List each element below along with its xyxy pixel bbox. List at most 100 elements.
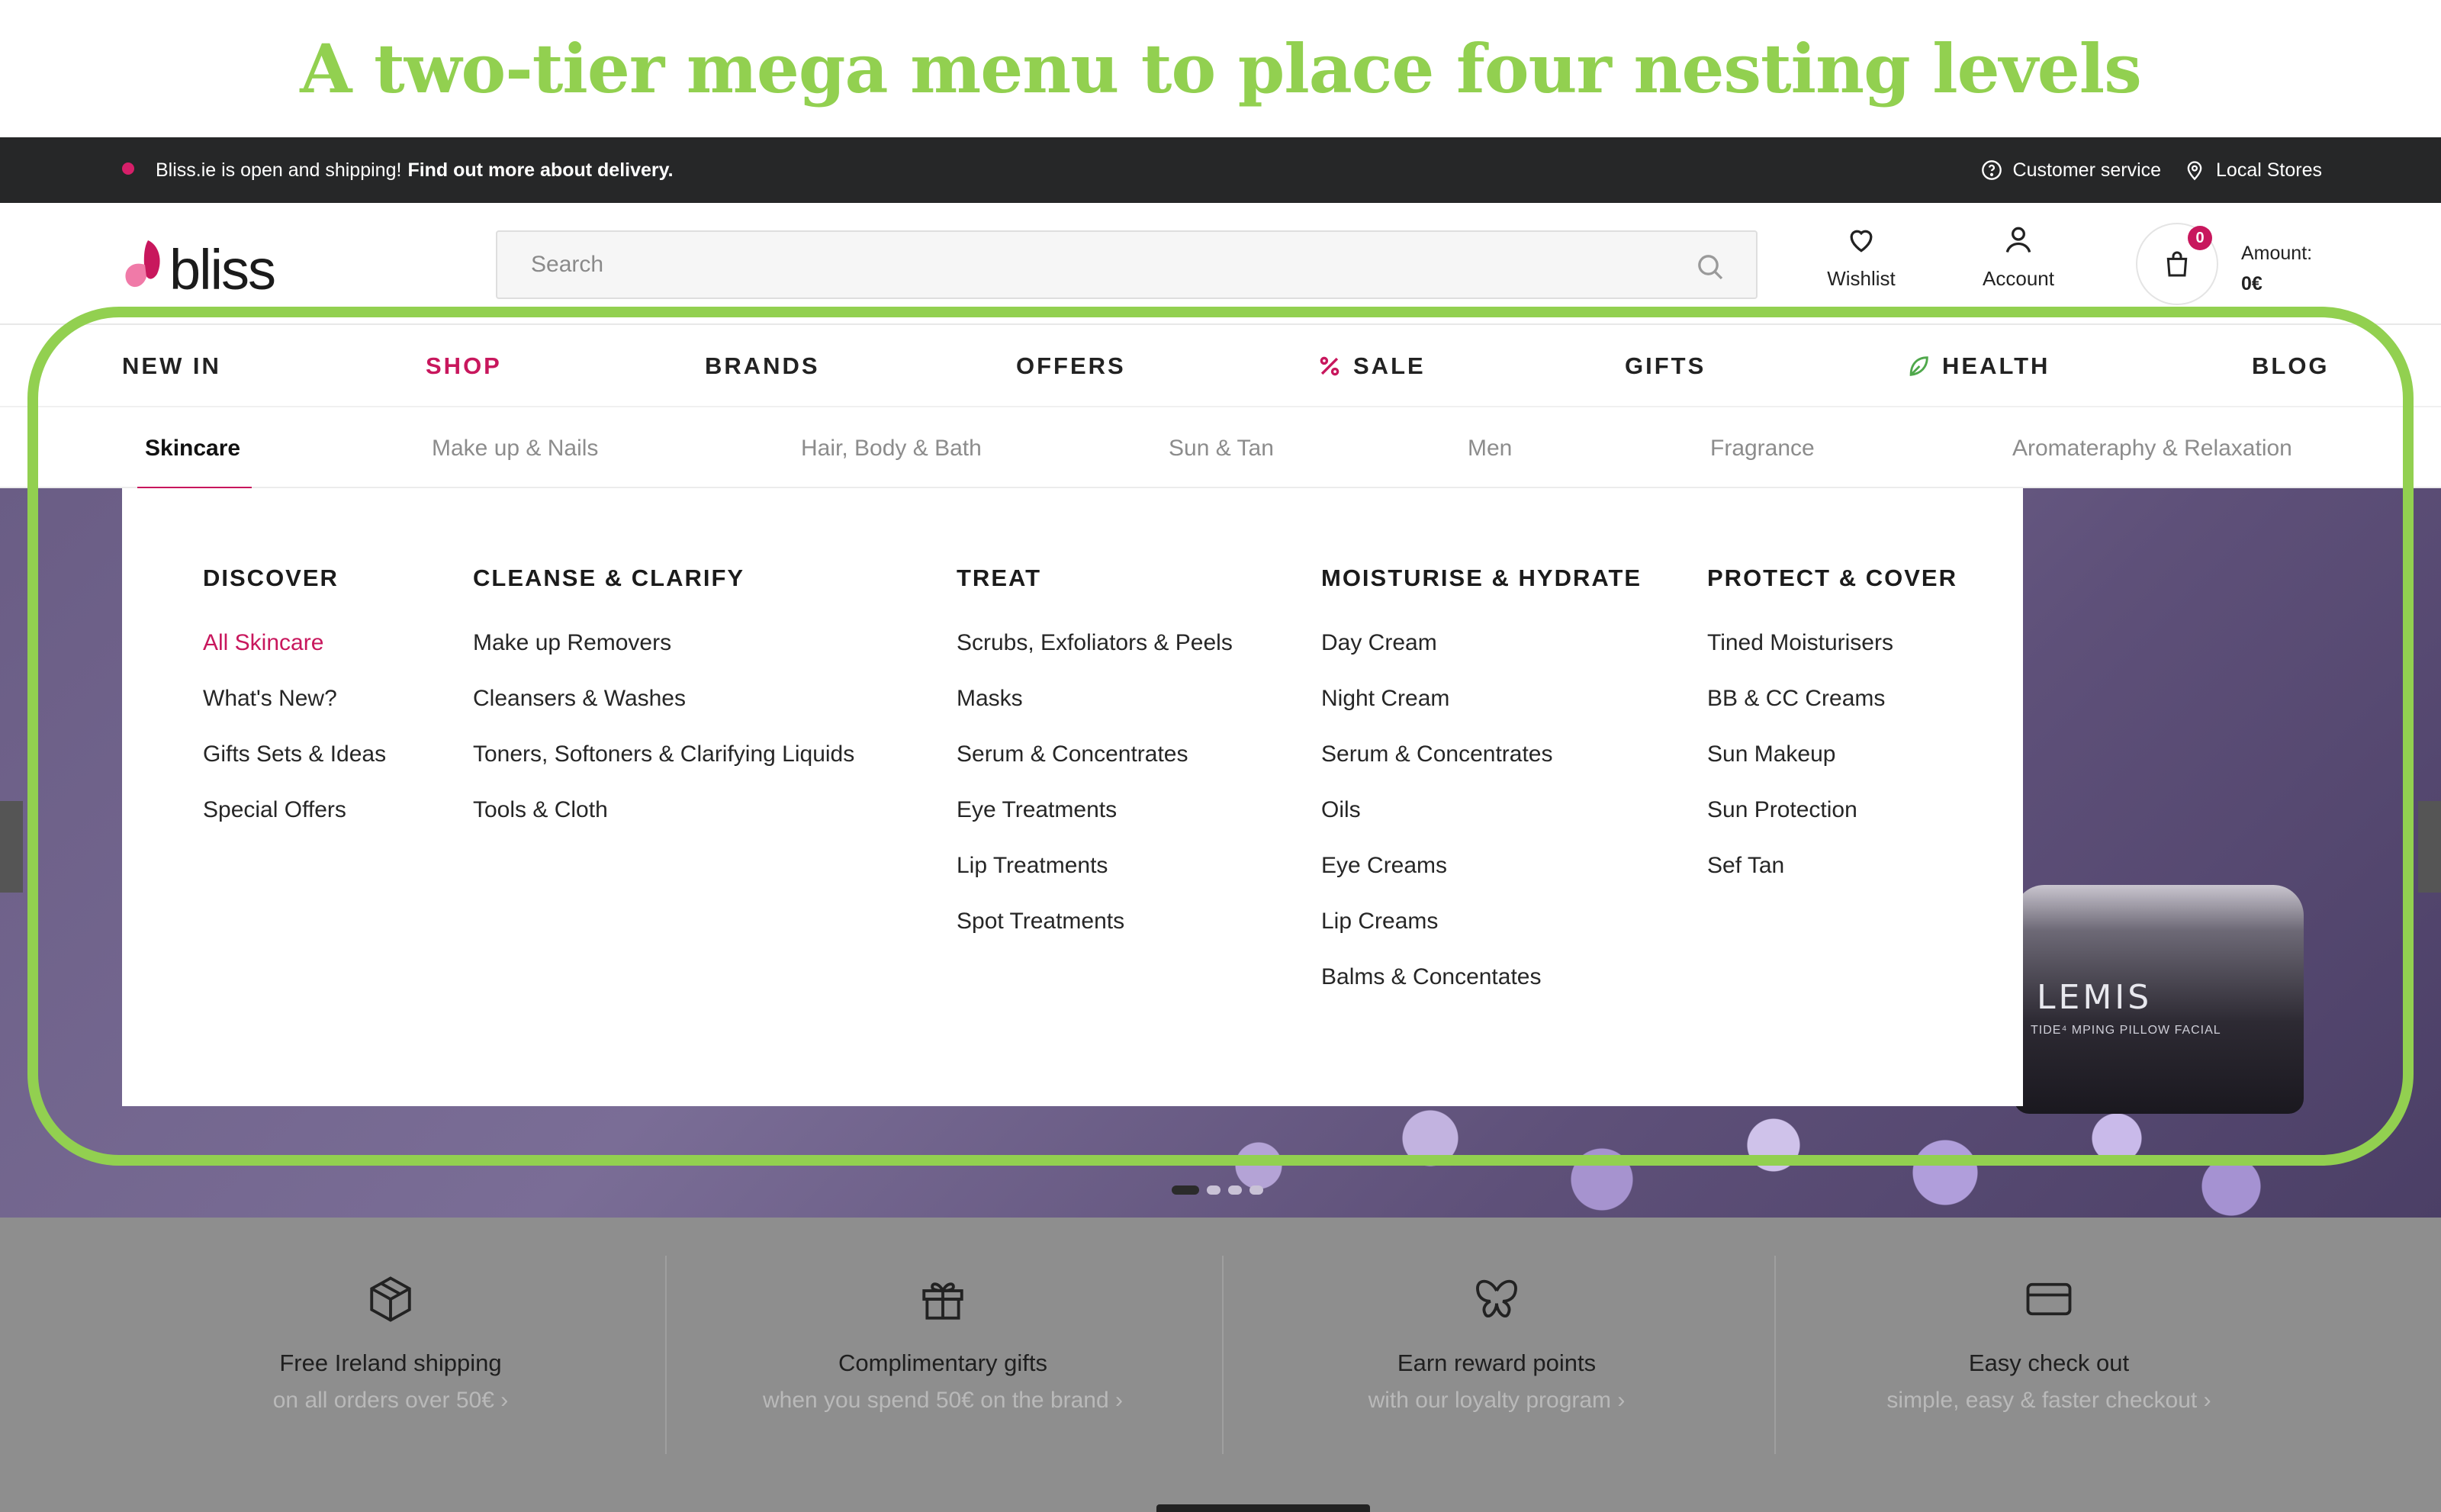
search-bar[interactable] [496,230,1758,299]
subnav-skincare[interactable]: Skincare [145,407,240,490]
menu-link[interactable]: Special Offers [203,782,386,838]
headline: A two-tier mega menu to place four nesti… [300,29,2142,108]
carousel-dot[interactable] [1249,1185,1263,1195]
announcement-message: Bliss.ie is open and shipping! Find out … [156,137,674,203]
subnav-aromatherapy[interactable]: Aromateraphy & Relaxation [2012,407,2292,490]
menu-column-protect: PROTECT & COVER Tined Moisturisers BB & … [1707,565,1957,893]
location-pin-icon [2187,161,2202,181]
subnav-men[interactable]: Men [1468,407,1512,490]
customer-service-link[interactable]: Customer service [1981,159,2162,182]
benefit-subtitle: with our loyalty program › [1368,1388,1626,1413]
menu-link[interactable]: Day Cream [1321,615,1642,671]
nav-health[interactable]: HEALTH [1906,327,2050,406]
benefit-subtitle: simple, easy & faster checkout › [1886,1388,2211,1413]
menu-link[interactable]: Serum & Concentrates [957,726,1233,782]
menu-link[interactable]: Eye Treatments [957,782,1233,838]
menu-link[interactable]: Masks [957,671,1233,726]
shopping-bag-icon [2166,251,2188,277]
carousel-dot[interactable] [1207,1185,1220,1195]
heart-icon [1850,230,1873,253]
search-icon[interactable] [1695,252,1725,282]
cart-amount: Amount: 0€ [2241,238,2312,299]
account-label: Account [1983,267,2054,290]
menu-column-cleanse: CLEANSE & CLARIFY Make up Removers Clean… [473,565,854,838]
menu-column-heading: MOISTURISE & HYDRATE [1321,565,1642,591]
subnav-hair-body-bath[interactable]: Hair, Body & Bath [801,407,982,490]
menu-link[interactable]: Sun Makeup [1707,726,1957,782]
nav-shop[interactable]: SHOP [426,327,502,406]
benefit-title: Complimentary gifts [838,1350,1047,1376]
butterfly-logo-icon [125,240,160,288]
status-dot-icon [122,162,134,175]
nav-new-in[interactable]: NEW IN [122,327,221,406]
menu-link[interactable]: Make up Removers [473,615,854,671]
nav-sale[interactable]: SALE [1317,327,1426,406]
menu-link[interactable]: Sef Tan [1707,838,1957,893]
nav-health-label: HEALTH [1942,352,2050,379]
subnav-sun-tan[interactable]: Sun & Tan [1169,407,1274,490]
menu-link[interactable]: Tools & Cloth [473,782,854,838]
nav-blog[interactable]: BLOG [2252,327,2330,406]
wishlist-label: Wishlist [1827,267,1896,290]
menu-link[interactable]: Eye Creams [1321,838,1642,893]
gift-icon [922,1282,963,1320]
benefit-gifts[interactable]: Complimentary gifts when you spend 50€ o… [667,1218,1219,1512]
account-button[interactable]: Account [1957,223,2079,291]
nav-offers[interactable]: OFFERS [1016,327,1126,406]
delivery-info-link[interactable]: Find out more about delivery. [407,159,673,182]
nav-gifts[interactable]: GIFTS [1625,327,1706,406]
leaf-icon [1909,356,1928,376]
benefit-subtitle: when you spend 50€ on the brand › [762,1388,1124,1413]
menu-link[interactable]: What's New? [203,671,386,726]
mega-menu-panel: DISCOVER All Skincare What's New? Gifts … [122,488,2023,1106]
carousel-dot[interactable] [1172,1185,1199,1195]
menu-link[interactable]: Serum & Concentrates [1321,726,1642,782]
logo-wordmark: bliss [169,237,276,301]
local-stores-link[interactable]: Local Stores [2184,159,2322,182]
benefit-rewards[interactable]: Earn reward points with our loyalty prog… [1220,1218,1773,1512]
menu-link[interactable]: Spot Treatments [957,893,1233,949]
menu-link[interactable]: Lip Creams [1321,893,1642,949]
cart-count-badge: 0 [2188,226,2212,250]
benefit-title: Earn reward points [1397,1350,1597,1376]
cart-button[interactable]: 0 [2136,223,2218,305]
menu-link[interactable]: Toners, Softoners & Clarifying Liquids [473,726,854,782]
menu-link[interactable]: Sun Protection [1707,782,1957,838]
card-icon [2026,1282,2072,1316]
menu-column-heading: CLEANSE & CLARIFY [473,565,745,591]
product-jar-text: LEMIS [2037,978,2153,1017]
benefit-checkout[interactable]: Easy check out simple, easy & faster che… [1773,1218,2325,1512]
carousel-dot[interactable] [1228,1185,1242,1195]
carousel-next-arrow[interactable] [2418,801,2441,893]
carousel-prev-arrow[interactable] [0,801,23,893]
user-icon [2005,227,2031,253]
menu-link-all-skincare[interactable]: All Skincare [203,615,386,671]
bliss-logo[interactable]: bliss [121,230,304,301]
menu-column-treat: TREAT Scrubs, Exfoliators & Peels Masks … [957,565,1233,949]
wishlist-button[interactable]: Wishlist [1800,223,1922,291]
subnav-makeup-nails[interactable]: Make up & Nails [432,407,598,490]
menu-link[interactable]: Scrubs, Exfoliators & Peels [957,615,1233,671]
nav-brands[interactable]: BRANDS [705,327,820,406]
menu-link[interactable]: BB & CC Creams [1707,671,1957,726]
subnav-fragrance[interactable]: Fragrance [1710,407,1815,490]
search-input[interactable] [531,252,1675,278]
site-header: bliss Wishlist Account 0 Amount: 0€ [0,203,2441,325]
menu-link[interactable]: Balms & Concentates [1321,949,1642,1005]
announcement-bar: Bliss.ie is open and shipping! Find out … [0,137,2441,203]
main-navigation: NEW IN SHOP BRANDS OFFERS SALE GIFTS HEA… [0,327,2441,406]
menu-column-discover: DISCOVER All Skincare What's New? Gifts … [203,565,386,838]
menu-link[interactable]: Cleansers & Washes [473,671,854,726]
customer-service-label: Customer service [2012,159,2162,181]
help-circle-icon [1981,160,2002,180]
product-jar-subtext: TIDE⁴ MPING PILLOW FACIAL [2031,1024,2221,1037]
menu-link[interactable]: Tined Moisturisers [1707,615,1957,671]
topbar-links: Customer service Local Stores [1981,137,2322,203]
benefit-shipping[interactable]: Free Ireland shipping on all orders over… [114,1218,667,1512]
menu-link[interactable]: Night Cream [1321,671,1642,726]
bottom-tab-handle[interactable] [1156,1504,1370,1512]
menu-link[interactable]: Lip Treatments [957,838,1233,893]
menu-column-moisturise: MOISTURISE & HYDRATE Day Cream Night Cre… [1321,565,1642,1005]
menu-link[interactable]: Oils [1321,782,1642,838]
menu-link[interactable]: Gifts Sets & Ideas [203,726,386,782]
